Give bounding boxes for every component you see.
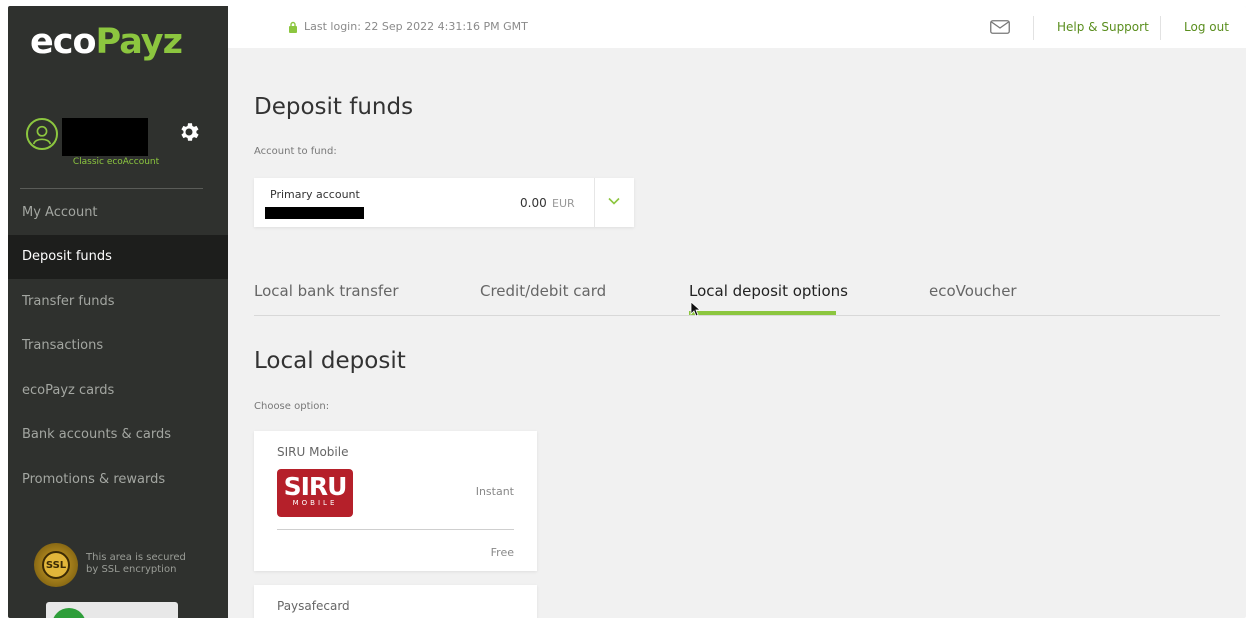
siru-logo-text: SIRU: [283, 472, 348, 501]
topbar-separator: [1033, 16, 1034, 40]
sidebar-item-ecopayz-cards[interactable]: ecoPayz cards: [8, 368, 228, 413]
chevron-down-icon[interactable]: [608, 197, 620, 205]
sidebar-item-transactions[interactable]: Transactions: [8, 324, 228, 369]
last-login: Last login: 22 Sep 2022 4:31:16 PM GMT: [288, 20, 528, 33]
account-balance: 0.00: [520, 196, 547, 210]
lock-icon: [289, 21, 297, 33]
topbar-separator: [1160, 16, 1161, 40]
siru-logo: SIRU MOBILE: [277, 469, 353, 517]
redacted-account-number: [265, 207, 364, 219]
account-to-fund-label: Account to fund:: [254, 146, 337, 157]
mail-icon[interactable]: [990, 20, 1010, 34]
option-name: Paysafecard: [277, 599, 350, 613]
dropdown-separator: [594, 178, 595, 227]
sidebar-item-my-account[interactable]: My Account: [8, 190, 228, 235]
ssl-notice-line1: This area is secured: [86, 552, 186, 563]
ecopayz-logo[interactable]: ecoPayz: [30, 22, 183, 62]
bottom-widget[interactable]: [46, 602, 178, 618]
account-currency: EUR: [552, 197, 575, 210]
logo-eco: eco: [30, 22, 97, 62]
sidebar-item-deposit-funds[interactable]: Deposit funds: [8, 234, 228, 279]
option-fee: Free: [490, 546, 514, 559]
page-title: Deposit funds: [254, 94, 414, 120]
sidebar: ecoPayz Classic ecoAccount My Account De…: [8, 6, 228, 618]
logout-link[interactable]: Log out: [1184, 20, 1229, 34]
tab-local-deposit-options[interactable]: Local deposit options: [689, 282, 848, 300]
account-name: Primary account: [270, 188, 360, 201]
section-title: Local deposit: [254, 348, 406, 374]
tab-credit-debit-card[interactable]: Credit/debit card: [480, 282, 606, 300]
widget-icon: [52, 608, 86, 618]
logo-payz: Payz: [95, 22, 183, 62]
option-card-paysafecard[interactable]: Paysafecard: [254, 585, 537, 618]
tab-local-bank-transfer[interactable]: Local bank transfer: [254, 282, 399, 300]
cursor-icon: [690, 301, 700, 317]
user-icon: [32, 125, 52, 145]
user-avatar[interactable]: [26, 118, 58, 150]
tab-ecovoucher[interactable]: ecoVoucher: [929, 282, 1017, 300]
account-type-label: Classic ecoAccount: [72, 157, 160, 167]
choose-option-label: Choose option:: [254, 401, 330, 412]
last-login-text: Last login: 22 Sep 2022 4:31:16 PM GMT: [304, 20, 528, 33]
ssl-seal: SSL: [34, 543, 78, 587]
deposit-tabs: Local bank transfer Credit/debit card Lo…: [254, 278, 1220, 316]
ssl-notice: This area is secured by SSL encryption: [86, 552, 206, 576]
sidebar-item-promotions-rewards[interactable]: Promotions & rewards: [8, 457, 228, 502]
redacted-username: [62, 118, 148, 156]
sidebar-item-bank-accounts-cards[interactable]: Bank accounts & cards: [8, 413, 228, 458]
sidebar-nav: My Account Deposit funds Transfer funds …: [8, 190, 228, 502]
option-divider: [277, 529, 514, 530]
ssl-notice-line2: by SSL encryption: [86, 564, 177, 575]
help-support-link[interactable]: Help & Support: [1057, 20, 1149, 34]
ssl-seal-text: SSL: [42, 551, 70, 579]
gear-icon[interactable]: [177, 120, 201, 144]
option-speed: Instant: [475, 485, 514, 498]
option-name: SIRU Mobile: [277, 445, 349, 459]
sidebar-divider: [20, 188, 203, 189]
account-selector[interactable]: Primary account 0.00 EUR: [254, 178, 634, 227]
app-window: ecoPayz Classic ecoAccount My Account De…: [8, 6, 1246, 618]
option-card-siru-mobile[interactable]: SIRU Mobile SIRU MOBILE Instant Free: [254, 431, 537, 571]
top-bar: Last login: 22 Sep 2022 4:31:16 PM GMT H…: [228, 6, 1246, 48]
sidebar-item-transfer-funds[interactable]: Transfer funds: [8, 279, 228, 324]
active-tab-indicator: [689, 311, 836, 315]
